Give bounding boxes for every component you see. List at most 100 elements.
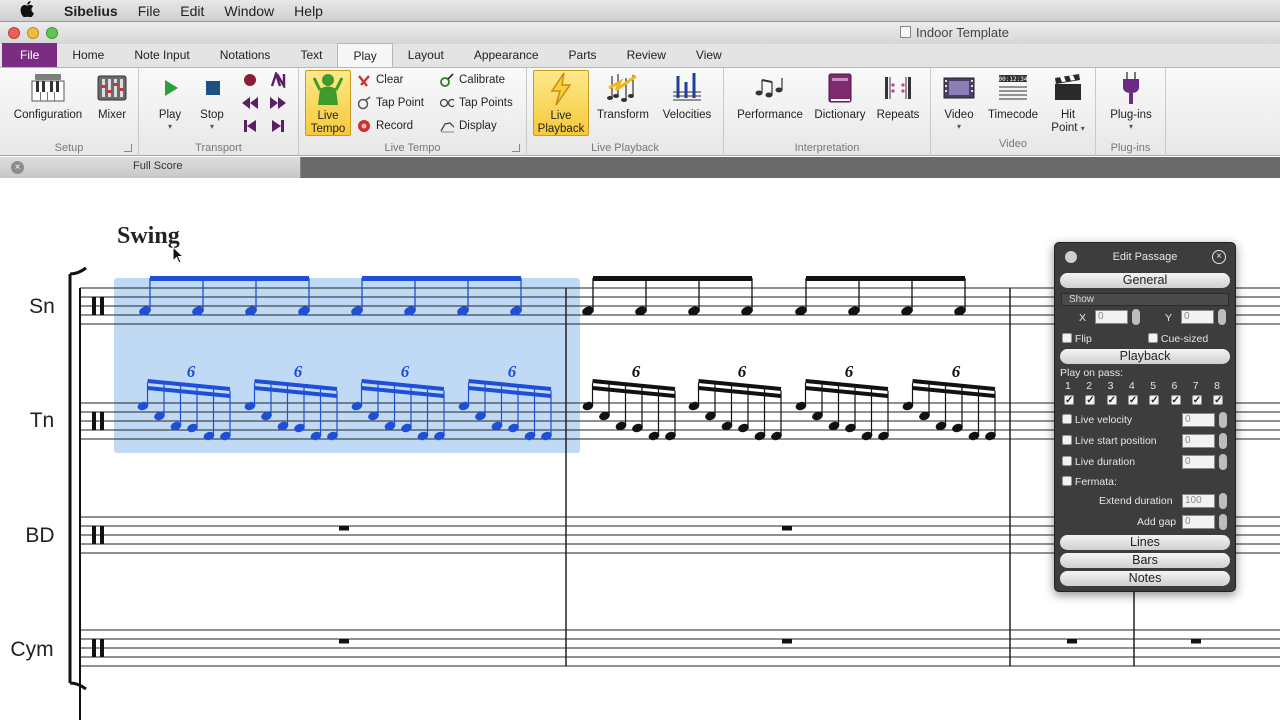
configuration-button[interactable]: Configuration	[8, 70, 88, 122]
velocities-button[interactable]: Velocities	[655, 70, 719, 122]
panel-title: Edit Passage	[1112, 251, 1178, 263]
ribbon-tabs: File Home Note Input Notations Text Play…	[0, 43, 1280, 68]
live-tempo-button[interactable]: Live Tempo	[305, 70, 351, 136]
pass-1-checkbox[interactable]	[1064, 395, 1074, 405]
close-window-button[interactable]	[8, 27, 20, 39]
x-offset-stepper[interactable]	[1132, 309, 1140, 325]
live-tempo-options-launcher[interactable]	[512, 144, 520, 152]
section-playback[interactable]: Playback	[1060, 349, 1230, 364]
mixer-icon	[94, 70, 130, 106]
menu-window[interactable]: Window	[214, 3, 284, 19]
section-bars[interactable]: Bars	[1060, 553, 1230, 568]
pass-5-checkbox[interactable]	[1149, 395, 1160, 405]
rewind-icon[interactable]	[241, 94, 259, 112]
fermata-checkbox[interactable]	[1062, 476, 1072, 486]
tab-text[interactable]: Text	[285, 43, 337, 67]
pass-6-checkbox[interactable]	[1170, 395, 1181, 405]
replay-icon[interactable]	[269, 71, 287, 89]
fast-forward-icon[interactable]	[269, 94, 287, 112]
plugins-dropdown-icon[interactable]: ▾	[1102, 122, 1160, 131]
menu-edit[interactable]: Edit	[170, 3, 214, 19]
repeats-button[interactable]: Repeats	[872, 70, 924, 122]
pass-8-checkbox[interactable]	[1213, 395, 1224, 405]
flip-checkbox[interactable]	[1062, 333, 1072, 343]
close-tab-icon[interactable]: ×	[11, 161, 24, 174]
stop-button[interactable]: Stop ▾	[195, 70, 229, 131]
hit-point-button[interactable]: Hit Point ▾	[1047, 70, 1089, 135]
tab-appearance[interactable]: Appearance	[459, 43, 554, 67]
tab-layout[interactable]: Layout	[393, 43, 459, 67]
plugins-button[interactable]: Plug-ins ▾	[1102, 70, 1160, 131]
tap-point-button[interactable]: Tap Point	[357, 94, 424, 112]
menu-help[interactable]: Help	[284, 3, 333, 19]
zoom-window-button[interactable]	[46, 27, 58, 39]
live-playback-button[interactable]: Live Playback	[533, 70, 589, 136]
play-button[interactable]: Play ▾	[153, 70, 187, 131]
performance-button[interactable]: Performance	[730, 70, 810, 122]
stop-dropdown-icon[interactable]: ▾	[195, 122, 229, 131]
menu-file[interactable]: File	[128, 3, 171, 19]
live-duration-checkbox[interactable]	[1062, 456, 1072, 466]
transform-button[interactable]: Transform	[593, 70, 653, 122]
live-velocity-stepper[interactable]	[1219, 412, 1227, 428]
play-dropdown-icon[interactable]: ▾	[153, 122, 187, 131]
apple-menu-icon[interactable]	[0, 0, 54, 21]
video-dropdown-icon[interactable]: ▾	[939, 122, 979, 131]
calibrate-button[interactable]: Calibrate	[440, 71, 505, 89]
tab-file[interactable]: File	[2, 43, 58, 67]
cue-sized-checkbox[interactable]	[1148, 333, 1158, 343]
minimize-window-button[interactable]	[27, 27, 39, 39]
panel-close-button[interactable]: ×	[1212, 250, 1226, 264]
pass-4-checkbox[interactable]	[1127, 395, 1138, 405]
section-general[interactable]: General	[1060, 273, 1230, 288]
show-dropdown[interactable]: Show	[1061, 293, 1229, 306]
section-notes[interactable]: Notes	[1060, 571, 1230, 586]
hit-point-dropdown-icon[interactable]: ▾	[1081, 124, 1085, 133]
tab-view[interactable]: View	[681, 43, 737, 67]
clear-button[interactable]: Clear	[357, 71, 403, 89]
live-duration-stepper[interactable]	[1219, 454, 1227, 470]
tab-parts[interactable]: Parts	[554, 43, 612, 67]
setup-options-launcher[interactable]	[124, 144, 132, 152]
tuplet-number: 6	[508, 362, 517, 381]
display-button[interactable]: Display	[440, 117, 497, 135]
add-gap-stepper[interactable]	[1219, 514, 1227, 530]
tempo-text[interactable]: Swing	[117, 223, 180, 250]
timecode-button[interactable]: 00:12:34 Timecode	[983, 70, 1043, 122]
tap-points-button[interactable]: Tap Points	[440, 94, 513, 112]
live-start-checkbox[interactable]	[1062, 435, 1072, 445]
live-velocity-field[interactable]: 0	[1182, 413, 1215, 427]
live-start-stepper[interactable]	[1219, 433, 1227, 449]
extend-duration-stepper[interactable]	[1219, 493, 1227, 509]
menu-sibelius[interactable]: Sibelius	[54, 3, 128, 19]
record-live-tempo-button[interactable]: Record	[357, 117, 413, 135]
tab-full-score[interactable]: × Full Score	[0, 157, 301, 178]
y-offset-field[interactable]: 0	[1181, 310, 1214, 324]
live-start-field[interactable]: 0	[1182, 434, 1215, 448]
pass-3-checkbox[interactable]	[1106, 395, 1117, 405]
go-to-end-icon[interactable]	[269, 117, 287, 135]
mixer-button[interactable]: Mixer	[90, 70, 134, 122]
tab-note-input[interactable]: Note Input	[119, 43, 204, 67]
x-offset-field[interactable]: 0	[1095, 310, 1128, 324]
section-lines[interactable]: Lines	[1060, 535, 1230, 550]
percussion-clef	[92, 297, 96, 315]
play-on-pass-label: Play on pass:	[1060, 367, 1124, 379]
tab-notations[interactable]: Notations	[205, 43, 286, 67]
tab-play[interactable]: Play	[337, 43, 393, 67]
video-button[interactable]: Video ▾	[939, 70, 979, 131]
extend-duration-field[interactable]: 100	[1182, 494, 1215, 508]
tab-home[interactable]: Home	[57, 43, 119, 67]
go-to-start-icon[interactable]	[241, 117, 259, 135]
pass-2-checkbox[interactable]	[1085, 395, 1096, 405]
pass-7-checkbox[interactable]	[1191, 395, 1202, 405]
add-gap-field[interactable]: 0	[1182, 515, 1215, 529]
dictionary-button[interactable]: Dictionary	[812, 70, 868, 122]
y-offset-stepper[interactable]	[1218, 309, 1226, 325]
clear-icon	[357, 73, 371, 87]
record-icon[interactable]	[241, 71, 259, 89]
live-duration-field[interactable]: 0	[1182, 455, 1215, 469]
live-velocity-checkbox[interactable]	[1062, 414, 1072, 424]
percussion-clef	[100, 639, 104, 657]
tab-review[interactable]: Review	[612, 43, 681, 67]
